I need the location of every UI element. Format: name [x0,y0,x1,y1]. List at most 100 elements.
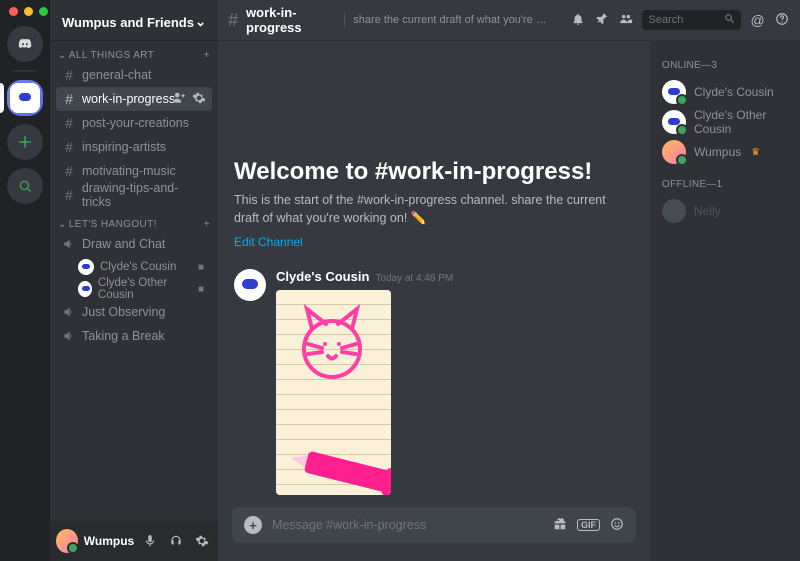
channel-inspiring-artists[interactable]: # inspiring-artists [56,135,212,159]
video-icon: ■ [198,284,204,295]
emoji-button[interactable] [610,517,624,534]
avatar-icon [662,110,686,134]
channel-label: general-chat [82,68,152,82]
member-name: Clyde's Other Cousin [694,108,788,136]
window-traffic-lights[interactable] [9,7,48,16]
hash-icon: # [228,10,238,31]
plus-icon [18,135,32,149]
member-list: ONLINE—3 Clyde's Cousin Clyde's Other Co… [650,40,800,561]
member-name: Nelly [694,204,721,218]
avatar-icon [662,80,686,104]
gift-button[interactable] [553,517,567,534]
edit-channel-link[interactable]: Edit Channel [234,235,303,249]
gear-icon[interactable] [192,91,206,108]
speaker-icon [62,329,76,343]
voice-user[interactable]: Clyde's Cousin■ [56,256,212,278]
server-rail [0,0,50,561]
self-avatar[interactable] [56,529,78,553]
invite-icon[interactable] [172,91,186,108]
home-button[interactable] [7,26,43,62]
add-server-button[interactable] [7,124,43,160]
category-label: ALL THINGS ART [69,50,154,61]
voice-user[interactable]: Clyde's Other Cousin■ [56,278,212,300]
create-channel-icon[interactable]: + [204,50,210,61]
speaker-icon [62,305,76,319]
channel-topic[interactable]: share the current draft of what you're w… [344,14,553,26]
member-item[interactable]: Clyde's Other Cousin [658,107,792,137]
channel-topbar: # work-in-progress share the current dra… [218,0,800,40]
category-label: LET'S HANGOUT! [69,219,157,230]
avatar-icon [78,259,94,275]
user-settings-button[interactable] [192,530,212,552]
member-list-toggle[interactable] [618,12,634,29]
channel-post-your-creations[interactable]: # post-your-creations [56,111,212,135]
maximize-window-icon[interactable] [39,7,48,16]
message-composer[interactable]: + GIF [232,507,636,543]
channel-label: post-your-creations [82,116,189,130]
server-header[interactable]: Wumpus and Friends ⌄ [50,4,218,40]
welcome-body: This is the start of the #work-in-progre… [234,192,614,227]
message: Clyde's Cousin Today at 4:48 PM [234,269,634,495]
help-button[interactable] [774,12,790,29]
explore-servers-button[interactable] [7,168,43,204]
chevron-down-icon: ⌄ [195,14,206,30]
voice-channel-just-observing[interactable]: Just Observing [56,300,212,324]
channel-label: inspiring-artists [82,140,166,154]
user-panel: Wumpus [50,521,218,561]
avatar-icon [662,199,686,223]
video-icon: ■ [198,262,204,273]
gif-button[interactable]: GIF [577,519,600,531]
avatar-icon [662,140,686,164]
search-box[interactable] [642,10,741,30]
cat-drawing-icon [292,304,372,384]
category-all-things-art[interactable]: ⌄ALL THINGS ART + [50,40,218,61]
hash-icon: # [62,187,76,203]
channel-label: Draw and Chat [82,237,165,251]
server-wumpus-and-friends[interactable] [7,80,43,116]
hash-icon: # [62,139,76,155]
channel-title: work-in-progress [246,5,332,35]
voice-channel-draw-and-chat[interactable]: Draw and Chat [56,232,212,256]
deafen-button[interactable] [166,530,186,552]
channel-label: work-in-progress [82,92,175,106]
composer-input[interactable] [272,518,543,532]
search-icon [724,13,735,27]
members-offline-heading: OFFLINE—1 [662,179,788,190]
channel-label: drawing-tips-and-tricks [82,181,206,209]
channel-work-in-progress[interactable]: # work-in-progress [56,87,212,111]
self-username: Wumpus [84,534,134,548]
message-timestamp: Today at 4:48 PM [375,273,453,284]
category-lets-hangout[interactable]: ⌄LET'S HANGOUT! + [50,209,218,230]
minimize-window-icon[interactable] [24,7,33,16]
hash-icon: # [62,115,76,131]
create-channel-icon[interactable]: + [204,219,210,230]
notifications-button[interactable] [570,12,586,29]
welcome-title: Welcome to #work-in-progress! [234,158,634,186]
member-item[interactable]: Clyde's Cousin [658,77,792,107]
channel-motivating-music[interactable]: # motivating-music [56,159,212,183]
member-name: Clyde's Cousin [694,85,774,99]
mute-button[interactable] [140,530,160,552]
channel-general-chat[interactable]: # general-chat [56,63,212,87]
hash-icon: # [62,91,76,107]
member-item[interactable]: Nelly [658,196,792,226]
message-author[interactable]: Clyde's Cousin [276,269,369,284]
member-name: Wumpus [694,145,741,159]
message-avatar[interactable] [234,269,266,301]
hash-icon: # [62,67,76,83]
hash-icon: # [62,163,76,179]
server-avatar-icon [13,86,37,110]
pinned-messages-button[interactable] [594,12,610,29]
member-item[interactable]: Wumpus♛ [658,137,792,167]
close-window-icon[interactable] [9,7,18,16]
attach-button[interactable]: + [244,516,262,534]
voice-channel-taking-a-break[interactable]: Taking a Break [56,324,212,348]
main-column: # work-in-progress share the current dra… [218,0,800,561]
channel-drawing-tips-and-tricks[interactable]: # drawing-tips-and-tricks [56,183,212,207]
channel-label: Just Observing [82,305,165,319]
channel-label: motivating-music [82,164,176,178]
mentions-button[interactable]: @ [749,12,765,28]
channel-sidebar: Wumpus and Friends ⌄ ⌄ALL THINGS ART + #… [50,0,218,561]
search-input[interactable] [648,14,720,26]
message-attachment-image[interactable] [276,290,391,495]
